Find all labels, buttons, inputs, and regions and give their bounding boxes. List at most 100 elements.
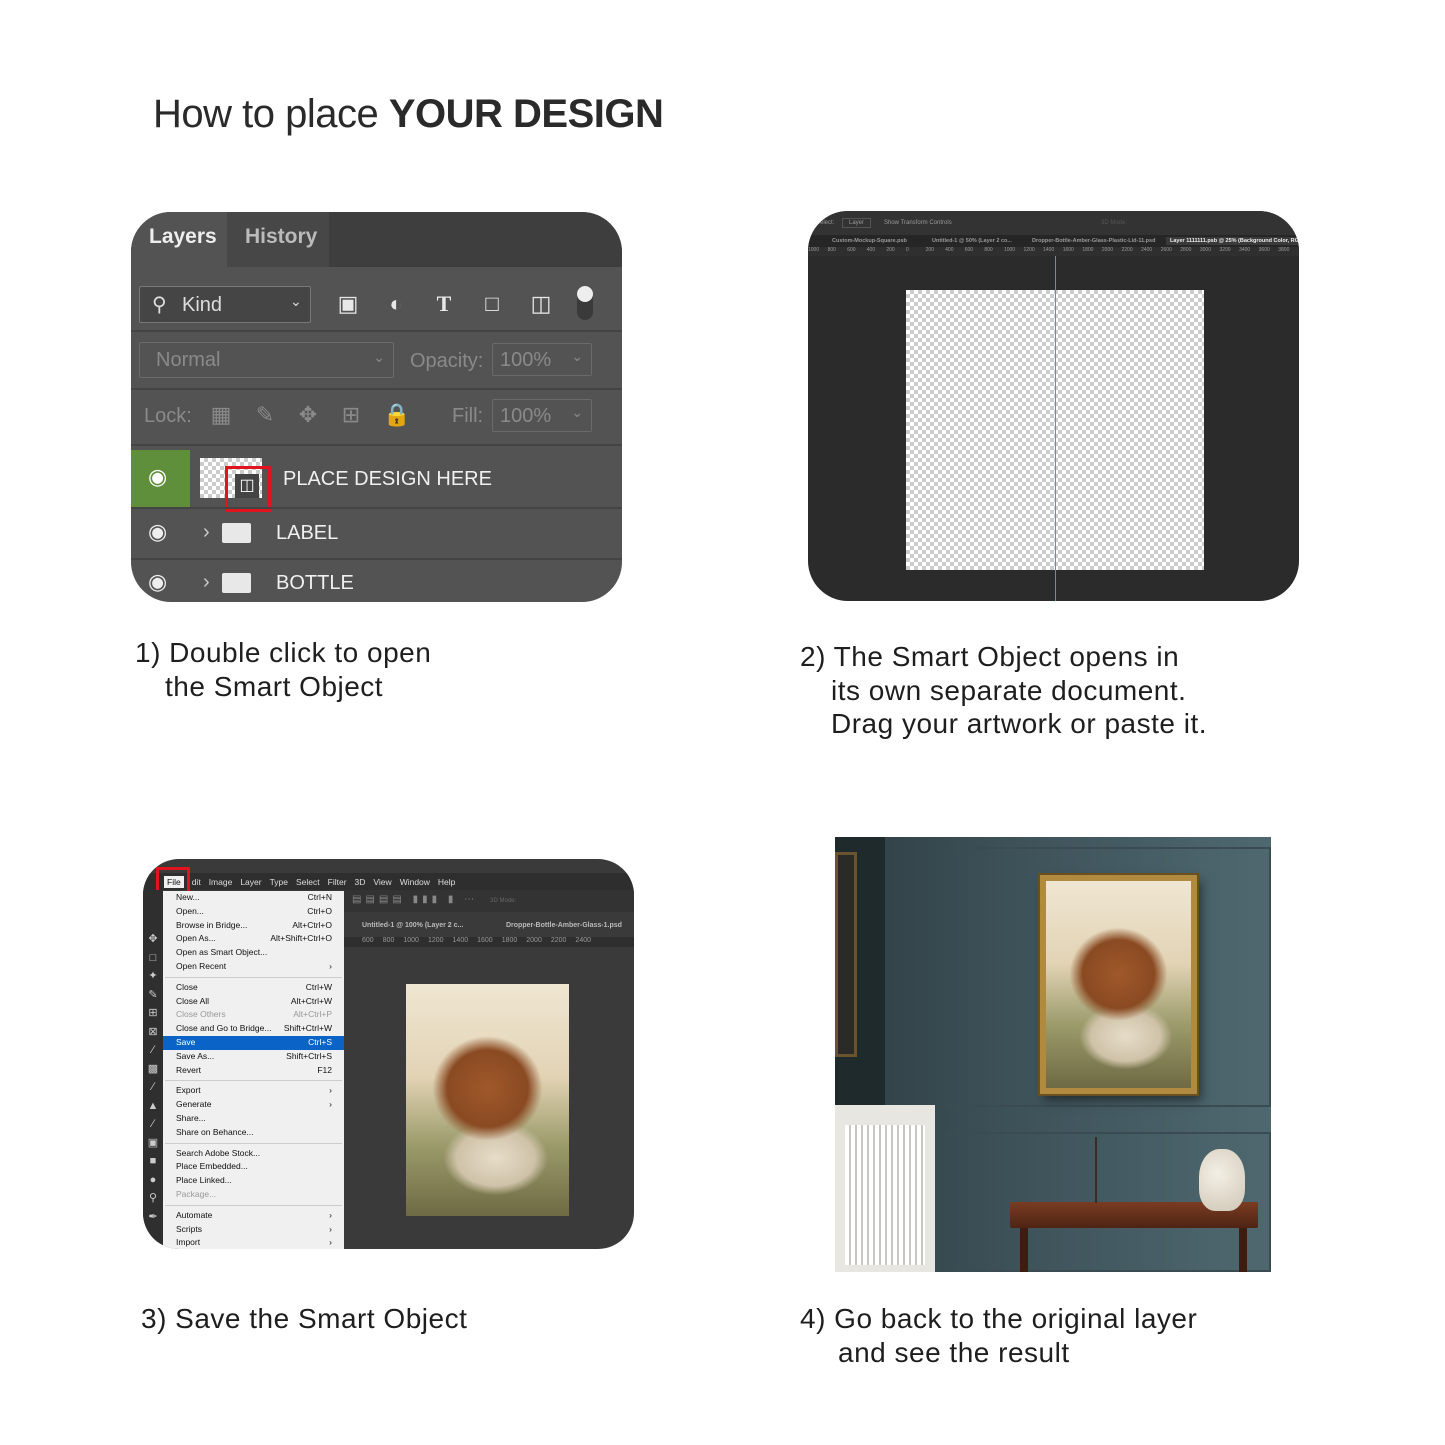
doc-tab[interactable]: Dropper-Bottle-Amber-Glass-Plastic-Lid-1…	[1032, 238, 1155, 244]
stamp-tool-icon[interactable]: ▲	[143, 1097, 163, 1116]
eraser-icon[interactable]: ▣	[143, 1134, 163, 1153]
layer-row-bottle[interactable]: ◉ › BOTTLE	[131, 560, 622, 602]
eye-icon[interactable]: ◉	[148, 569, 167, 595]
menu-image[interactable]: Image	[209, 877, 233, 887]
show-transform-checkbox[interactable]: Show Transform Controls	[884, 220, 952, 226]
layer-row-place-design[interactable]: ◉ ◫ PLACE DESIGN HERE	[131, 450, 622, 512]
menu-item-shortcut: Alt+Ctrl+W	[290, 995, 332, 1006]
ruler-tick: 2400	[1141, 247, 1153, 253]
menu-item-scripts[interactable]: Scripts ›	[163, 1223, 344, 1237]
smart-object-filter-icon[interactable]: ◫	[527, 291, 555, 317]
filter-kind-select[interactable]: ⚲ Kind ⌄	[139, 286, 311, 323]
move-tool-icon[interactable]: ✥	[143, 930, 163, 949]
move-icon[interactable]: ✥	[294, 402, 322, 428]
document-tabs: Custom-Mockup-Square.psb Untitled-1 @ 50…	[808, 235, 1299, 247]
doc-tab[interactable]: Dropper-Bottle-Amber-Glass-1.psd	[506, 922, 622, 929]
menu-item-open-as-smart-object[interactable]: Open as Smart Object...	[163, 946, 344, 960]
menu-item-generate[interactable]: Generate ›	[163, 1098, 344, 1112]
menu-item-close-all[interactable]: Close All Alt+Ctrl+W	[163, 995, 344, 1009]
healing-icon[interactable]: ▩	[143, 1060, 163, 1079]
menu-item-search-adobe-stock[interactable]: Search Adobe Stock...	[163, 1147, 344, 1161]
frame-tool-icon[interactable]: ⊠	[143, 1023, 163, 1042]
blend-mode-select[interactable]: Normal ⌄	[139, 342, 394, 378]
ruler-tick: 2200	[1121, 247, 1133, 253]
doc-tab[interactable]: Untitled-1 @ 100% (Layer 2 c...	[362, 922, 463, 929]
mockup-result-photo	[835, 837, 1271, 1272]
adjustment-filter-icon[interactable]: ◐	[382, 291, 410, 317]
menu-item-label: New...	[176, 892, 200, 902]
tab-layers[interactable]: Layers	[131, 212, 227, 267]
crop-tool-icon[interactable]: ⊞	[143, 1004, 163, 1023]
quick-select-icon[interactable]: ✎	[143, 986, 163, 1005]
layer-name: PLACE DESIGN HERE	[283, 468, 492, 490]
menu-item-save-as[interactable]: Save As... Shift+Ctrl+S	[163, 1050, 344, 1064]
menu-select[interactable]: Select	[296, 877, 320, 887]
menu-view[interactable]: View	[373, 877, 391, 887]
menu-item-browse-in-bridge[interactable]: Browse in Bridge... Alt+Ctrl+O	[163, 919, 344, 933]
menu-item-place-linked[interactable]: Place Linked...	[163, 1174, 344, 1188]
menu-type[interactable]: Type	[270, 877, 288, 887]
brush-icon[interactable]: ✎	[251, 402, 279, 428]
filter-toggle[interactable]	[577, 286, 593, 320]
lock-label: Lock:	[144, 405, 192, 427]
ruler-tick: 1200	[1023, 247, 1035, 253]
pen-tool-icon[interactable]: ✒	[143, 1208, 163, 1227]
ruler-tick: 200	[886, 247, 895, 253]
menu-help[interactable]: Help	[438, 877, 455, 887]
image-filter-icon[interactable]: ▣	[334, 291, 362, 317]
doc-tab[interactable]: Custom-Mockup-Square.psb	[832, 238, 907, 244]
visibility-toggle[interactable]: ◉	[131, 450, 190, 507]
menu-item-import[interactable]: Import ›	[163, 1236, 344, 1249]
side-frame	[835, 852, 857, 1057]
menu-dit[interactable]: dit	[192, 877, 201, 887]
eye-icon[interactable]: ◉	[148, 519, 167, 545]
smudge-icon[interactable]: ●	[143, 1171, 163, 1190]
menu-filter[interactable]: Filter	[328, 877, 347, 887]
ruler-tick: 2000	[526, 937, 542, 944]
menu-item-close-and-go-to-bridge[interactable]: Close and Go to Bridge... Shift+Ctrl+W	[163, 1022, 344, 1036]
menu-item-shortcut: Ctrl+S	[308, 1036, 332, 1047]
menu-3d[interactable]: 3D	[355, 877, 366, 887]
menu-item-save[interactable]: Save Ctrl+S	[163, 1035, 344, 1050]
opacity-input[interactable]: 100% ⌄	[492, 343, 592, 376]
fill-input[interactable]: 100% ⌄	[492, 399, 592, 432]
layer-row-label[interactable]: ◉ › LABEL	[131, 509, 622, 558]
menu-item-place-embedded[interactable]: Place Embedded...	[163, 1160, 344, 1174]
ruler-tick: 400	[945, 247, 954, 253]
doc-tab-active[interactable]: Layer 1111111.psb @ 25% (Background Colo…	[1166, 237, 1299, 245]
menu-item-close[interactable]: Close Ctrl+W	[163, 981, 344, 995]
history-brush-icon[interactable]: ∕	[143, 1115, 163, 1134]
menu-item-open-as[interactable]: Open As... Alt+Shift+Ctrl+O	[163, 932, 344, 946]
lasso-tool-icon[interactable]: ✦	[143, 967, 163, 986]
lock-transparent-icon[interactable]: ▦	[207, 402, 235, 428]
menu-item-automate[interactable]: Automate ›	[163, 1209, 344, 1223]
fireplace-mantel	[835, 1105, 935, 1272]
menu-layer[interactable]: Layer	[240, 877, 261, 887]
menu-item-new[interactable]: New... Ctrl+N	[163, 891, 344, 905]
menu-window[interactable]: Window	[400, 877, 430, 887]
marquee-tool-icon[interactable]: □	[143, 949, 163, 968]
brush-tool-icon[interactable]: ∕	[143, 1078, 163, 1097]
ruler-tick: 600	[362, 937, 374, 944]
doc-tab[interactable]: Untitled-1 @ 50% (Layer 2 co...	[932, 238, 1012, 244]
menu-separator	[165, 1142, 342, 1144]
auto-select-dropdown[interactable]: Layer	[842, 218, 872, 228]
gradient-icon[interactable]: ■	[143, 1152, 163, 1171]
menu-item-open-recent[interactable]: Open Recent ›	[163, 960, 344, 974]
ruler-tick: 600	[847, 247, 856, 253]
type-filter-icon[interactable]: T	[430, 291, 458, 317]
menu-item-revert[interactable]: Revert F12	[163, 1064, 344, 1078]
lock-icon[interactable]: 🔒	[383, 402, 411, 428]
chevron-right-icon[interactable]: ›	[203, 521, 210, 544]
menu-item-open[interactable]: Open... Ctrl+O	[163, 905, 344, 919]
dodge-icon[interactable]: ⚲	[143, 1189, 163, 1208]
menu-item-share-on-behance[interactable]: Share on Behance...	[163, 1126, 344, 1140]
tab-history[interactable]: History	[227, 212, 329, 267]
title-prefix: How to place	[153, 92, 389, 136]
eyedropper-icon[interactable]: ∕	[143, 1041, 163, 1060]
chevron-right-icon[interactable]: ›	[203, 571, 210, 594]
menu-item-share[interactable]: Share...	[163, 1112, 344, 1126]
shape-filter-icon[interactable]: □	[478, 291, 506, 317]
artboard-icon[interactable]: ⊞	[337, 402, 365, 428]
menu-item-export[interactable]: Export ›	[163, 1084, 344, 1098]
